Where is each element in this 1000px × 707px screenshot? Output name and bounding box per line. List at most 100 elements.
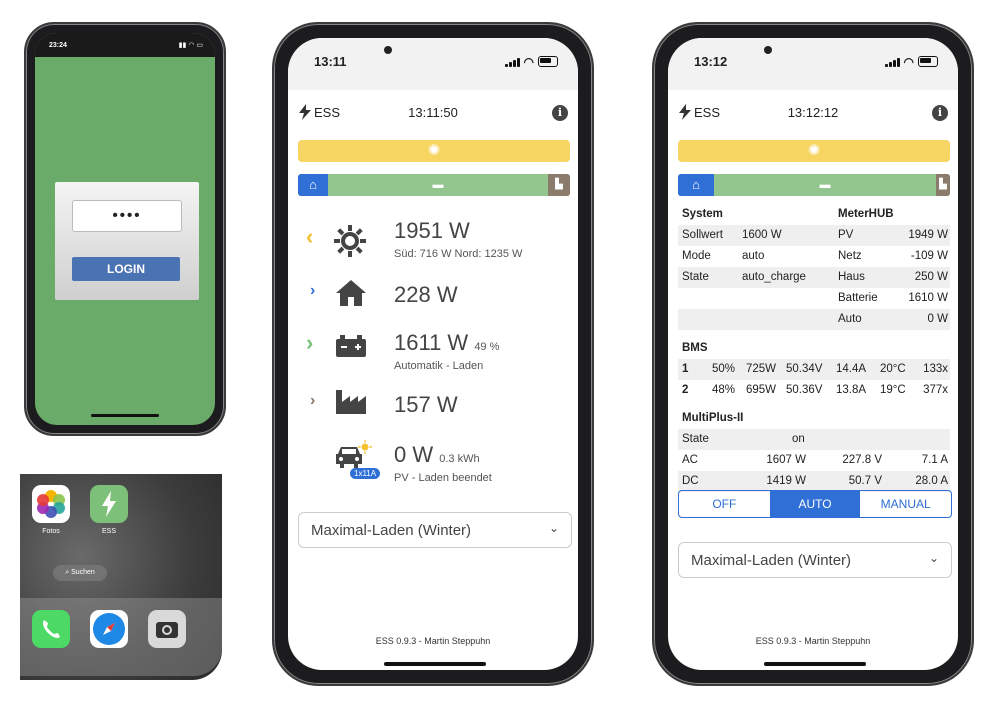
- sun-icon: ✺: [807, 142, 821, 159]
- password-input[interactable]: ••••: [72, 200, 182, 232]
- footer: ESS 0.9.3 - Martin Steppuhn: [375, 636, 491, 646]
- status-time: 23:24: [49, 42, 67, 49]
- battery-icon: [336, 335, 366, 357]
- login-button[interactable]: LOGIN: [72, 257, 180, 281]
- photos-app-icon[interactable]: [32, 485, 70, 523]
- multiplus-table: MultiPlus-II State on AC 1607 W 227.8 V …: [678, 408, 950, 492]
- mode-off-button[interactable]: OFF: [679, 491, 770, 517]
- login-phone-frame: 23:24 ▮▮ ◠ ▭ 23:24 ▮▮ ◠ ▭ •••• LOGIN: [24, 22, 226, 436]
- factory-icon: ▙: [555, 179, 563, 190]
- power-flow-bar: ⌂ ▬ ▙: [678, 174, 950, 196]
- app-header: ESS 13:11:50 i: [298, 102, 568, 126]
- signal-icon: [884, 58, 900, 67]
- photos-icon: [37, 490, 65, 518]
- battery-chevron-icon: ›: [306, 330, 314, 355]
- multiplus-col-b: 50.7 V: [848, 475, 882, 487]
- multiplus-col-a: 1419 W: [766, 475, 806, 487]
- table-row: AC 1607 W 227.8 V 7.1 A: [678, 450, 950, 471]
- status-bar: 13:12 ◠: [668, 38, 958, 90]
- system-title: System: [682, 208, 723, 220]
- mode-manual-button[interactable]: MANUAL: [860, 491, 951, 517]
- chevron-down-icon: ⌄: [548, 521, 559, 535]
- home-icon: ⌂: [692, 177, 700, 192]
- bms-temp: 19°C: [880, 384, 906, 396]
- ess-app-label: ESS: [101, 528, 116, 535]
- charger-badge: 1x11A: [350, 468, 381, 479]
- table-row: Auto 0 W: [678, 309, 950, 330]
- bms-temp: 20°C: [880, 363, 906, 375]
- house-power-value: 228 W: [394, 282, 458, 307]
- grid-flow-segment: ▙: [936, 174, 950, 196]
- home-indicator: [91, 414, 159, 417]
- sun-bar: ✺: [298, 140, 570, 162]
- car-power-value: 0 W 0.3 kWh: [394, 442, 480, 468]
- battery-power: 1611 W: [394, 330, 469, 355]
- solar-chevron-icon: ‹: [306, 224, 314, 249]
- login-box: •••• LOGIN: [55, 182, 199, 300]
- camera-icon: [156, 622, 178, 638]
- solar-power-value: 1951 W: [394, 218, 470, 243]
- home-flow-segment: ⌂: [298, 174, 328, 196]
- bms-current: 13.8A: [836, 384, 867, 396]
- status-icons: ◠: [884, 55, 938, 69]
- status-bar: 13:11 ◠: [288, 38, 578, 90]
- bms-power: 695W: [746, 384, 777, 396]
- mode-select[interactable]: Maximal-Laden (Winter) ⌄: [298, 512, 572, 548]
- meterhub-key: Auto: [838, 313, 862, 325]
- info-icon[interactable]: i: [932, 105, 948, 121]
- power-flow-bar: ⌂ ▬ ▙: [298, 174, 570, 196]
- sun-icon: ✺: [427, 142, 441, 159]
- meterhub-key: Batterie: [838, 292, 878, 304]
- table-row: 1 50% 725W 50.34V 14.4A 20°C 133x: [678, 359, 950, 380]
- signal-icon: [504, 58, 520, 67]
- footer: ESS 0.9.3 - Martin Steppuhn: [755, 636, 871, 646]
- wifi-icon: ◠: [903, 55, 914, 69]
- safari-app-icon[interactable]: [90, 610, 128, 648]
- front-camera: [764, 46, 772, 54]
- camera-app-icon[interactable]: [148, 610, 186, 648]
- login-screen: 23:24 ▮▮ ◠ ▭ 23:24 ▮▮ ◠ ▭ •••• LOGIN: [35, 33, 215, 425]
- battery-flow-segment: ▬: [714, 174, 936, 196]
- table-row: Mode auto Netz -109 W: [678, 246, 950, 267]
- battery-detail: Automatik - Laden: [394, 360, 484, 372]
- search-label: Suchen: [71, 569, 95, 576]
- mode-select[interactable]: Maximal-Laden (Winter) ⌄: [678, 542, 952, 578]
- info-icon[interactable]: i: [552, 105, 568, 121]
- grid-chevron-icon: ›: [310, 392, 316, 409]
- ess-app-icon[interactable]: [90, 485, 128, 523]
- system-value: auto: [742, 250, 765, 262]
- bms-table: BMS 1 50% 725W 50.34V 14.4A 20°C 133x 2 …: [678, 338, 950, 401]
- battery-flow-segment: ▬: [328, 174, 548, 196]
- photos-app-label: Fotos: [42, 528, 60, 535]
- table-header: MultiPlus-II: [678, 408, 950, 429]
- car-power: 0 W: [394, 442, 434, 467]
- meterhub-value: 1949 W: [908, 229, 948, 241]
- house-icon: [336, 280, 366, 306]
- meterhub-key: PV: [838, 229, 854, 241]
- main-phone-frame: 13:11 ◠ ESS 13:11:50 i ✺ ⌂ ▬ ▙ ‹ 1951 W …: [272, 22, 594, 686]
- clock: 13:12:12: [787, 105, 839, 120]
- mode-auto-button[interactable]: AUTO: [769, 491, 861, 517]
- search-icon: ⌕: [65, 569, 70, 576]
- phone-app-icon[interactable]: [32, 610, 70, 648]
- home-icon: ⌂: [309, 177, 317, 192]
- bms-current: 14.4A: [836, 363, 867, 375]
- battery-status-icon: [538, 56, 558, 67]
- bms-voltage: 50.36V: [786, 384, 823, 396]
- wifi-icon: ◠: [523, 55, 534, 69]
- meterhub-key: Netz: [838, 250, 862, 262]
- meterhub-value: 250 W: [914, 271, 948, 283]
- main-screen: 13:11 ◠ ESS 13:11:50 i ✺ ⌂ ▬ ▙ ‹ 1951 W …: [288, 38, 578, 670]
- search-pill[interactable]: ⌕ Suchen: [53, 565, 107, 581]
- status-icons: ◠: [504, 55, 558, 69]
- mode-button-group: OFF AUTO MANUAL: [678, 490, 952, 518]
- bms-title: BMS: [682, 342, 708, 354]
- table-row: Batterie 1610 W: [678, 288, 950, 309]
- car-energy: 0.3 kWh: [439, 453, 480, 465]
- factory-icon: [336, 390, 366, 414]
- lightning-icon: [102, 491, 116, 517]
- table-row: State on: [678, 429, 950, 450]
- bms-soc: 48%: [712, 384, 736, 396]
- front-camera: [384, 46, 392, 54]
- multiplus-col-c: 28.0 A: [915, 475, 948, 487]
